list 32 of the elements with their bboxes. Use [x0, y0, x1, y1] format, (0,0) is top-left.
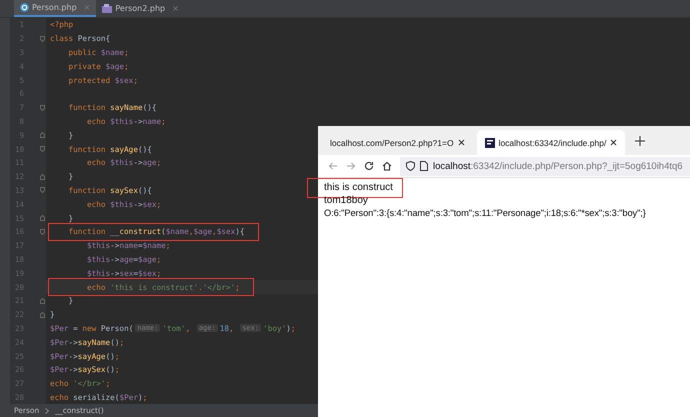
output-text: tom18boy: [324, 194, 368, 207]
forward-icon: [346, 161, 356, 171]
class-file-icon: [20, 3, 29, 12]
home-icon: [382, 161, 392, 171]
fold-icon: [40, 146, 45, 152]
fold-icon: [40, 174, 45, 180]
fold-icon: [40, 228, 45, 235]
chevron-icon: [45, 408, 50, 414]
editor-tab[interactable]: Person.php ×: [14, 0, 96, 17]
url-text: localhost:63342/include.php/Person.php?_ijt=5og610ih4tq6: [433, 160, 683, 172]
fold-icon: [40, 215, 45, 222]
fold-icon: [40, 312, 45, 318]
reload-icon: [364, 161, 374, 171]
output-text: O:6:"Person":3:{s:4:"name";s:3:"tom";s:11:"Personage";i:18;s:6:"*sex";s:3:"boy";}: [324, 207, 646, 220]
fold-icon: [40, 104, 45, 111]
fold-icon: [40, 36, 45, 42]
address-bar[interactable]: localhost:63342/include.php/Person.php?_ijt=5og610ih4tq6: [400, 156, 690, 176]
close-icon: [458, 139, 465, 146]
fold-icon: [40, 132, 45, 138]
shield-icon: [406, 161, 415, 171]
browser-tab[interactable]: localhost:63342/include.php/: [476, 130, 626, 155]
new-tab-icon: [635, 136, 646, 146]
back-icon: [328, 161, 338, 171]
browser-tab[interactable]: localhost.com/Person2.php?1=O: [322, 130, 473, 155]
editor-tab[interactable]: Person2.php ×: [96, 0, 185, 17]
close-icon: [610, 139, 618, 146]
app-icon: [484, 138, 495, 148]
php-file-icon: [102, 4, 112, 13]
page-icon: [420, 161, 428, 171]
fold-icon: [40, 187, 45, 194]
output-text: this is construct: [324, 182, 393, 194]
fold-icon: [40, 298, 45, 304]
